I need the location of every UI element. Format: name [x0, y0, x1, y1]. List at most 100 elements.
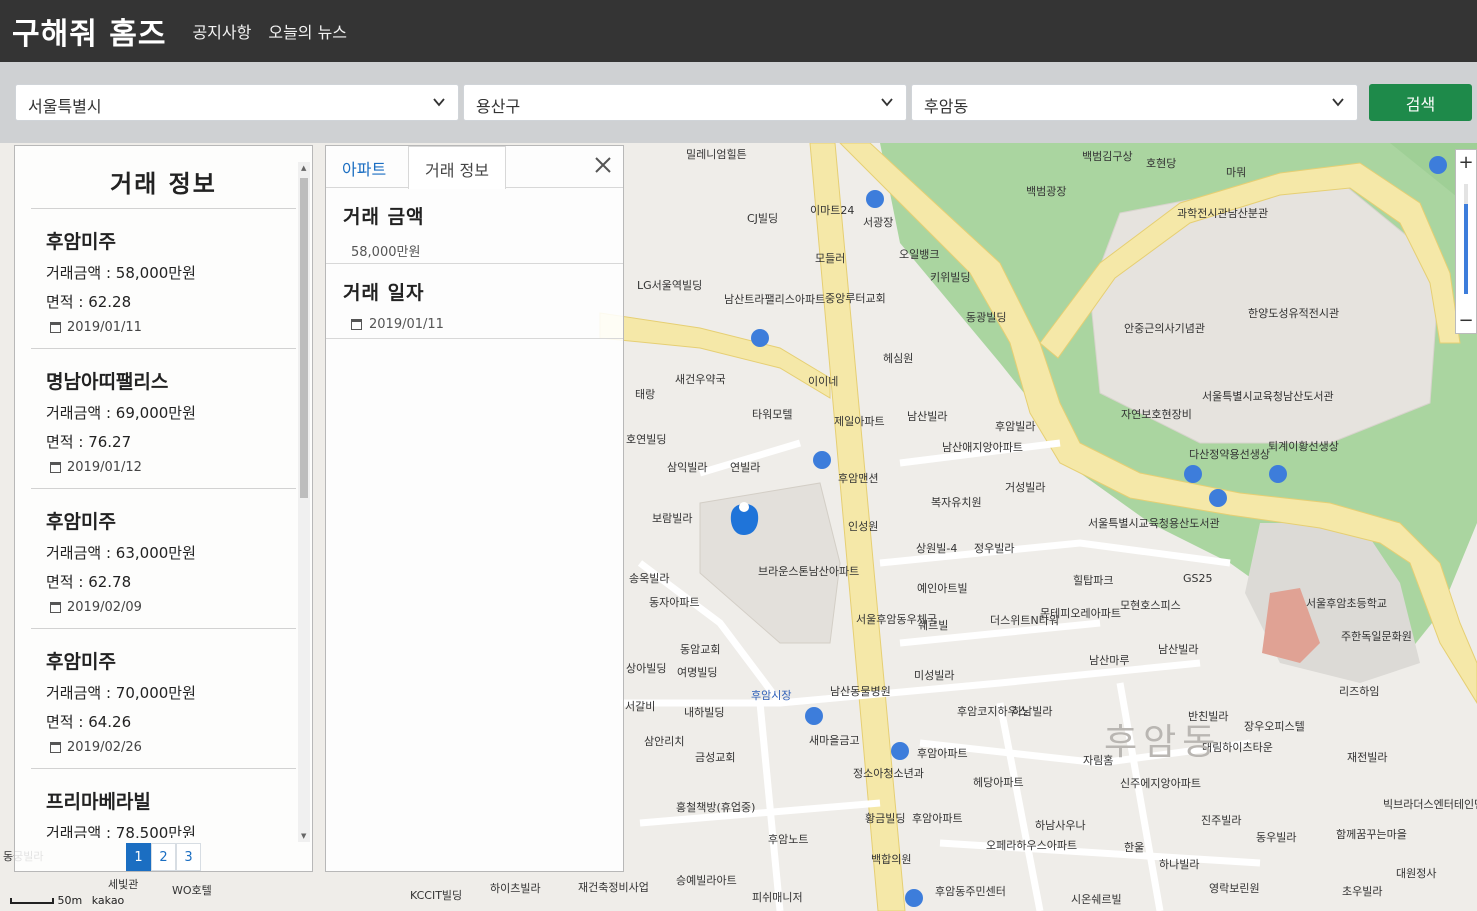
brand-logo[interactable]: 구해줘 홈즈	[12, 9, 166, 53]
map-label: 하이츠빌라	[490, 882, 541, 895]
deal-name: 후암미주	[46, 511, 116, 533]
deal-list: 후암미주 거래금액 : 58,000만원 면적 : 62.28 2019/01/…	[31, 208, 296, 838]
map-label: 남산애지앙아파트	[942, 441, 1023, 454]
district-select[interactable]: 용산구	[463, 84, 907, 121]
zoom-in-button[interactable]: +	[1456, 152, 1476, 173]
price-value: 58,000만원	[351, 245, 421, 260]
zoom-slider-level	[1464, 204, 1468, 294]
search-bar: 서울특별시 용산구 후암동 검색	[0, 62, 1477, 143]
map-label: 서광장	[863, 216, 894, 229]
map-label: 동우빌라	[1256, 831, 1297, 844]
nav-link-news[interactable]: 오늘의 뉴스	[268, 19, 347, 43]
map-label: 금성교회	[695, 751, 736, 764]
map-label: 예인아트빌	[917, 582, 968, 595]
close-icon[interactable]	[593, 155, 613, 175]
deal-item[interactable]: 후암미주 거래금액 : 63,000만원 면적 : 62.78 2019/02/…	[31, 488, 296, 628]
deal-item[interactable]: 후암미주 거래금액 : 58,000만원 면적 : 62.28 2019/01/…	[31, 208, 296, 348]
map-label: 장우오피스텔	[1244, 720, 1305, 733]
map-label: 쉐르빌	[918, 619, 949, 632]
map-label: 밀레니엄힐튼	[686, 148, 747, 161]
deal-item[interactable]: 프리마베라빌 거래금액 : 78,500만원	[31, 768, 296, 838]
map-label: 홍철책방(휴업중)	[676, 801, 756, 814]
deal-date: 2019/01/11	[50, 320, 296, 335]
map-label: 대원정사	[1396, 867, 1437, 880]
map-label: 백합의원	[871, 853, 912, 866]
deal-price: 거래금액 : 78,500만원	[46, 824, 196, 838]
map-label: 타워모텔	[752, 408, 793, 421]
map-label: 백범김구상	[1082, 150, 1133, 163]
scroll-up-icon[interactable]: ▲	[301, 164, 306, 172]
map-label: 복자유치원	[931, 496, 982, 509]
map-label: 초우빌라	[1342, 885, 1383, 898]
map-label: 자연보호현장비	[1121, 408, 1192, 421]
map-label: 서울특별시교육청용산도서관	[1088, 517, 1220, 530]
page-button-3[interactable]: 3	[176, 843, 201, 871]
map-label: 삼익빌라	[667, 461, 708, 474]
deal-date-value: 2019/02/09	[67, 600, 142, 615]
deal-area: 면적 : 62.78	[46, 573, 132, 591]
calendar-icon	[50, 462, 61, 473]
map-label: 하남빌라	[1012, 705, 1053, 718]
map-label: 내하빌딩	[684, 706, 725, 719]
dong-select[interactable]: 후암동	[911, 84, 1358, 121]
deal-area: 면적 : 64.26	[46, 713, 132, 731]
map-label: 리즈하임	[1339, 685, 1380, 698]
map-label: 다산정약용선생상	[1189, 448, 1270, 461]
deal-item[interactable]: 후암미주 거래금액 : 70,000만원 면적 : 64.26 2019/02/…	[31, 628, 296, 768]
scrollbar[interactable]: ▲ ▼	[298, 162, 310, 842]
map-label: 거성빌라	[1005, 481, 1046, 494]
map-label: LG서울역빌딩	[637, 279, 703, 292]
map-label: 마뭐	[1226, 166, 1247, 179]
map-label: 동자아파트	[649, 596, 700, 609]
date-row: 2019/01/11	[351, 317, 623, 332]
map-label: 동광빌딩	[966, 311, 1007, 324]
zoom-out-button[interactable]: −	[1456, 310, 1476, 331]
date-section: 거래 일자 2019/01/11	[326, 264, 623, 339]
map-label: 호연빌딩	[626, 433, 667, 446]
map-label: CJ빌딩	[747, 212, 779, 225]
map-label: 남산동물병원	[830, 685, 891, 698]
tab-deal-info[interactable]: 거래 정보	[408, 146, 506, 189]
map-label: 황금빌딩	[865, 812, 906, 825]
map-label: 한울	[1124, 841, 1145, 854]
map-label: 모현호스피스	[1120, 599, 1181, 612]
chevron-down-icon	[433, 98, 445, 107]
map-label: 보람빌라	[652, 512, 693, 525]
map-label: 후암맨션	[838, 472, 879, 485]
map-label: 서갈비	[625, 700, 656, 713]
map-label: 여명빌딩	[677, 666, 718, 679]
map-area-label: 후암동	[1104, 722, 1222, 763]
map-label: 서울특별시교육청남산도서관	[1202, 390, 1334, 403]
map-label: 호현당	[1146, 157, 1177, 170]
deal-price: 거래금액 : 63,000만원	[46, 544, 196, 562]
navbar: 구해줘 홈즈 공지사항 오늘의 뉴스	[0, 0, 1477, 62]
map-label: 함께꿈꾸는마을	[1336, 828, 1407, 841]
city-select[interactable]: 서울특별시	[15, 84, 459, 121]
deal-item[interactable]: 명남아띠팰리스 거래금액 : 69,000만원 면적 : 76.27 2019/…	[31, 348, 296, 488]
map-label: 퇴계이황선생상	[1268, 440, 1339, 453]
map-label: 브라운스톤남산아파트	[758, 565, 860, 578]
page-button-1[interactable]: 1	[126, 843, 151, 871]
deal-name: 후암미주	[46, 651, 116, 673]
price-title: 거래 금액	[343, 206, 425, 228]
deal-name: 명남아띠팰리스	[46, 371, 169, 393]
scroll-down-icon[interactable]: ▼	[301, 832, 306, 840]
deal-area: 면적 : 62.28	[46, 293, 132, 311]
nav-link-notice[interactable]: 공지사항	[192, 19, 251, 43]
page-button-2[interactable]: 2	[151, 843, 176, 871]
map-label: 한양도성유적전시관	[1248, 307, 1340, 320]
map-label: 안중근의사기념관	[1124, 322, 1205, 335]
map-label: 몬테피오레아파트	[1040, 607, 1121, 620]
search-button[interactable]: 검색	[1369, 84, 1472, 121]
map-label: 새건우약국	[675, 373, 726, 386]
map-label: KCCIT빌딩	[410, 889, 463, 902]
tab-apartment[interactable]: 아파트	[326, 146, 402, 188]
map-label: 시온쉐르빌	[1071, 893, 1122, 906]
deal-date-value: 2019/02/26	[67, 740, 142, 755]
map-label: 이이네	[808, 375, 839, 388]
map-label: 남산마루	[1089, 654, 1130, 667]
map-label: 이마트24	[810, 204, 855, 217]
scroll-thumb[interactable]	[300, 178, 308, 498]
chevron-down-icon	[881, 98, 893, 107]
dong-select-value: 후암동	[924, 97, 969, 116]
